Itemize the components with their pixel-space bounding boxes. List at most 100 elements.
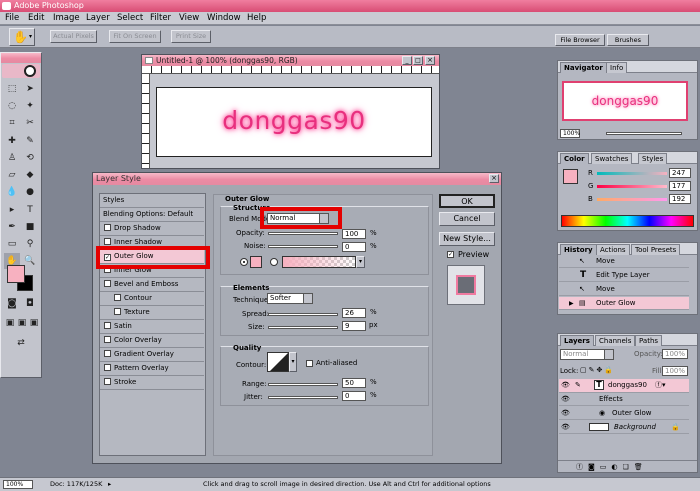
dialog-title-bar[interactable]: Layer Style × <box>93 173 501 185</box>
lock-icons[interactable]: ▢✎✥🔒 <box>580 366 615 374</box>
pen-tool-icon[interactable]: ✒ <box>4 219 20 235</box>
history-item[interactable]: ↖ Move <box>559 255 689 268</box>
contour-picker[interactable] <box>267 352 289 372</box>
new-style-button[interactable]: New Style... <box>439 232 495 246</box>
layer-blend-mode-select[interactable]: Normal <box>560 349 614 360</box>
styles-header[interactable]: Styles <box>100 194 204 208</box>
layer-set-button-icon[interactable]: ▭ <box>600 463 612 471</box>
gradient-dropdown-chevron-icon[interactable]: ▾ <box>356 256 365 268</box>
status-arrow-icon[interactable]: ▸ <box>108 480 111 488</box>
blending-options-item[interactable]: Blending Options: Default <box>100 208 204 222</box>
jitter-field[interactable]: 0 <box>342 391 366 401</box>
style-item-contour[interactable]: Contour <box>100 292 204 306</box>
opacity-field[interactable]: 100 <box>342 229 366 239</box>
layer-effects-row[interactable]: 👁 Effects <box>559 393 689 406</box>
move-tool-icon[interactable]: ➤ <box>22 81 38 97</box>
menu-filter[interactable]: Filter <box>150 13 171 23</box>
checkbox[interactable] <box>104 224 111 231</box>
noise-slider[interactable] <box>268 245 338 248</box>
style-item-texture[interactable]: Texture <box>100 306 204 320</box>
clone-stamp-tool-icon[interactable]: ♙ <box>4 150 20 166</box>
checkbox[interactable] <box>104 378 111 385</box>
navigator-zoom-field[interactable]: 100% <box>560 129 580 138</box>
history-item[interactable]: ↖ Move <box>559 283 689 296</box>
path-selection-tool-icon[interactable]: ▸ <box>4 202 20 218</box>
style-item-satin[interactable]: Satin <box>100 320 204 334</box>
color-radio-selected[interactable] <box>240 258 248 266</box>
layer-row-background[interactable]: 👁 Background 🔒 <box>559 421 689 434</box>
menu-view[interactable]: View <box>179 13 199 23</box>
new-layer-button-icon[interactable]: ❏ <box>623 463 634 471</box>
quick-mask-mode-icon[interactable]: ◘ <box>22 296 38 312</box>
eye-icon[interactable]: 👁 <box>561 421 570 434</box>
glow-color-swatch[interactable] <box>250 256 262 268</box>
paint-bucket-tool-icon[interactable]: ◆ <box>22 167 38 183</box>
preview-checkbox[interactable]: ✓ <box>447 251 454 258</box>
color-ramp[interactable] <box>561 215 694 227</box>
menu-help[interactable]: Help <box>247 13 266 23</box>
size-slider[interactable] <box>268 326 338 329</box>
checkbox[interactable] <box>104 336 111 343</box>
range-slider[interactable] <box>268 383 338 386</box>
brushes-tab[interactable]: Brushes <box>607 34 649 46</box>
brush-tool-icon[interactable]: ✎ <box>22 133 38 149</box>
dialog-close-button[interactable]: × <box>489 174 499 183</box>
style-item-bevel-and-emboss[interactable]: Bevel and Emboss <box>100 278 204 292</box>
opacity-slider[interactable] <box>268 232 338 235</box>
type-tool-icon[interactable]: T <box>22 202 38 218</box>
jitter-slider[interactable] <box>268 396 338 399</box>
spread-field[interactable]: 26 <box>342 308 366 318</box>
standard-mode-icon[interactable]: ◙ <box>4 296 20 312</box>
navigator-zoom-slider[interactable] <box>606 132 682 135</box>
r-slider[interactable] <box>597 172 667 175</box>
actual-pixels-button[interactable]: Actual Pixels <box>50 30 97 43</box>
size-field[interactable]: 9 <box>342 321 366 331</box>
checkbox[interactable] <box>104 322 111 329</box>
tab-channels[interactable]: Channels <box>595 335 636 346</box>
tab-info[interactable]: Info <box>606 62 628 73</box>
checkbox[interactable] <box>104 280 111 287</box>
tab-styles[interactable]: Styles <box>638 153 668 164</box>
slice-tool-icon[interactable]: ✂ <box>22 115 38 131</box>
layer-fill-field[interactable]: 100% <box>662 366 688 376</box>
jump-to-imageready-icon[interactable]: ⇄ <box>13 335 29 351</box>
checkbox[interactable] <box>104 238 111 245</box>
b-slider[interactable] <box>597 198 667 201</box>
range-field[interactable]: 50 <box>342 378 366 388</box>
layer-opacity-field[interactable]: 100% <box>662 349 688 359</box>
healing-brush-tool-icon[interactable]: ✚ <box>4 133 20 149</box>
shape-tool-icon[interactable]: ■ <box>22 219 38 235</box>
layer-mask-button-icon[interactable]: ◙ <box>588 463 600 471</box>
status-zoom-field[interactable]: 100% <box>3 480 33 489</box>
file-browser-tab[interactable]: File Browser <box>555 34 605 46</box>
tab-color[interactable]: Color <box>560 153 589 164</box>
menu-file[interactable]: File <box>5 13 19 23</box>
effect-eye-icon[interactable]: ◉ <box>599 407 605 420</box>
checkbox[interactable] <box>104 364 111 371</box>
history-brush-tool-icon[interactable]: ⟲ <box>22 150 38 166</box>
crop-tool-icon[interactable]: ⌗ <box>4 115 20 131</box>
tab-navigator[interactable]: Navigator <box>560 62 607 73</box>
gradient-radio[interactable] <box>270 258 278 266</box>
menu-edit[interactable]: Edit <box>28 13 44 23</box>
g-slider[interactable] <box>597 185 667 188</box>
adjustment-layer-button-icon[interactable]: ◐ <box>611 463 622 471</box>
marquee-tool-icon[interactable]: ⬚ <box>4 81 20 97</box>
history-item-selected[interactable]: ▶ ▤ Outer Glow <box>559 297 689 310</box>
menu-image[interactable]: Image <box>53 13 80 23</box>
foreground-color[interactable] <box>7 265 25 283</box>
tool-preset-picker[interactable]: ✋ ▾ <box>9 28 35 46</box>
minimize-button[interactable]: _ <box>402 56 412 65</box>
blur-tool-icon[interactable]: 💧 <box>4 184 20 200</box>
ok-button[interactable]: OK <box>439 194 495 208</box>
contour-dropdown-chevron-icon[interactable]: ▾ <box>289 352 297 372</box>
checkbox[interactable] <box>104 350 111 357</box>
style-item-color-overlay[interactable]: Color Overlay <box>100 334 204 348</box>
eye-icon[interactable]: 👁 <box>561 407 570 420</box>
style-item-pattern-overlay[interactable]: Pattern Overlay <box>100 362 204 376</box>
tab-paths[interactable]: Paths <box>635 335 663 346</box>
tab-tool-presets[interactable]: Tool Presets <box>631 244 681 255</box>
canvas[interactable]: donggas90 <box>156 87 432 157</box>
fit-on-screen-button[interactable]: Fit On Screen <box>109 30 161 43</box>
maximize-button[interactable]: □ <box>413 56 423 65</box>
